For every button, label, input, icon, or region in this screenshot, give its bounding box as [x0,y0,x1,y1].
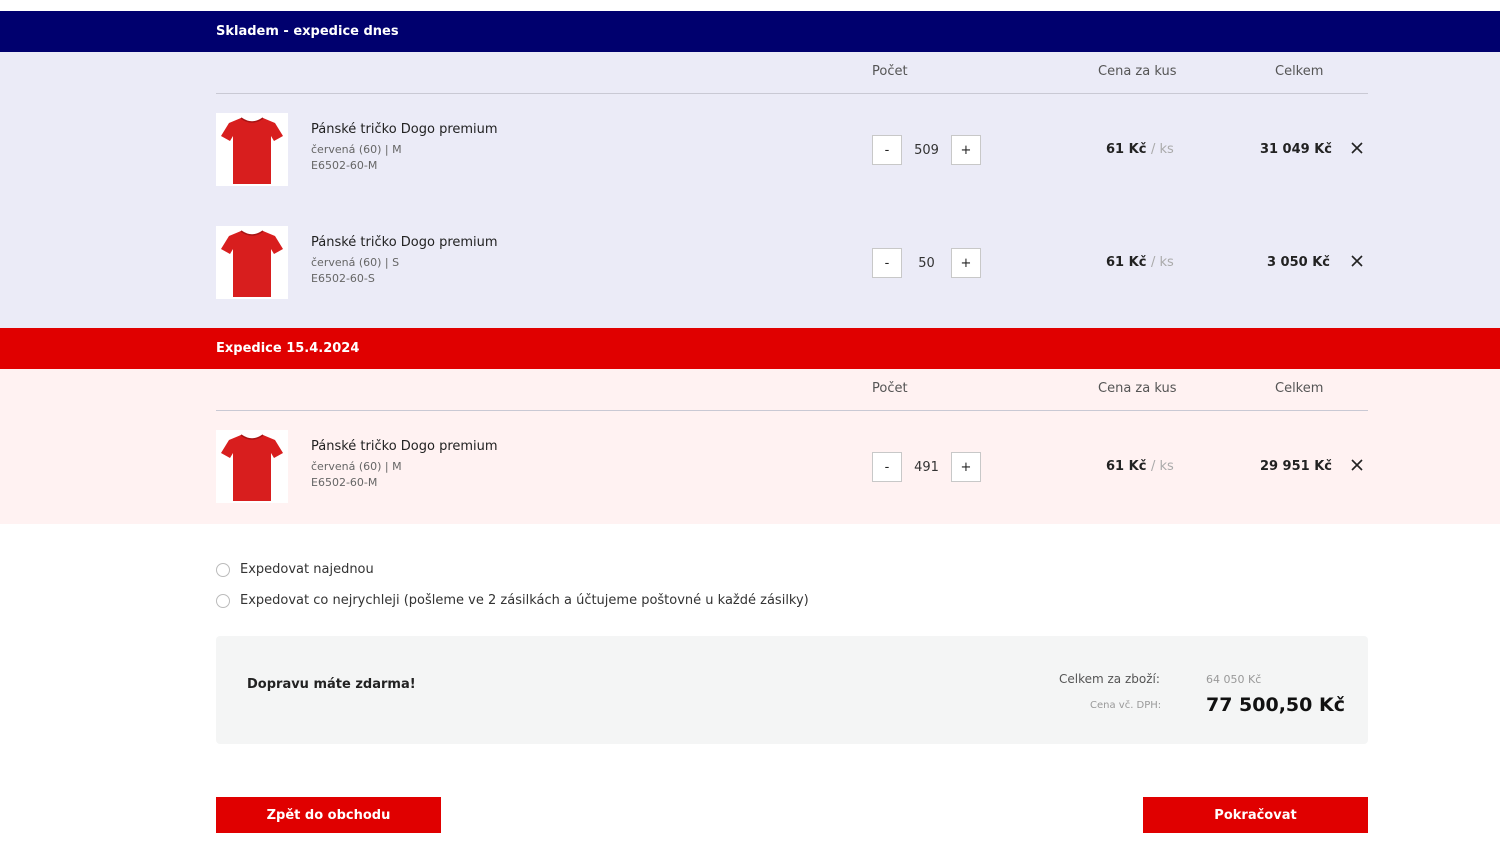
product-name[interactable]: Pánské tričko Dogo premium [311,122,498,137]
goods-total-label: Celkem za zboží: [1059,672,1160,686]
group-title: Expedice 15.4.2024 [216,341,360,356]
red-tshirt-icon [221,229,283,297]
shipping-option-fastest[interactable]: Expedovat co nejrychleji (pošleme ve 2 z… [216,585,1500,616]
unit-label: / ks [1150,459,1174,474]
product-image[interactable] [216,113,288,186]
product-code: E6502-60-M [311,159,378,172]
radio-button[interactable] [216,593,230,608]
increase-button[interactable]: + [951,248,981,278]
col-total-header: Celkem [1275,64,1324,79]
shipping-option-together[interactable]: Expedovat najednou [216,554,1500,585]
quantity-value[interactable]: 509 [902,143,951,158]
back-to-shop-button[interactable]: Zpět do obchodu [216,797,441,833]
col-total-header: Celkem [1275,381,1324,396]
group-body-scheduled: Počet Cena za kus Celkem Pánské tričko D… [0,369,1500,524]
quantity-stepper: - 509 + [872,135,981,165]
quantity-stepper: - 50 + [872,248,981,278]
unit-price-value: 61 Kč [1106,255,1147,270]
remove-button[interactable] [1348,251,1366,271]
cart-row: Pánské tričko Dogo premium červená (60) … [216,411,1368,524]
product-code: E6502-60-M [311,476,378,489]
red-tshirt-icon [221,116,283,184]
remove-button[interactable] [1348,455,1366,475]
quantity-stepper: - 491 + [872,452,981,482]
product-name[interactable]: Pánské tričko Dogo premium [311,439,498,454]
unit-label: / ks [1150,255,1174,270]
shipping-options: Expedovat najednou Expedovat co nejrychl… [0,524,1500,636]
decrease-button[interactable]: - [872,135,902,165]
product-variant: červená (60) | S [311,256,400,269]
col-qty-header: Počet [872,381,908,396]
order-summary: Dopravu máte zdarma! Celkem za zboží: 64… [216,636,1368,744]
col-unit-price-header: Cena za kus [1098,64,1177,79]
shipping-option-label: Expedovat co nejrychleji (pošleme ve 2 z… [240,593,809,608]
quantity-value[interactable]: 50 [902,256,951,271]
close-icon [1351,142,1363,154]
col-unit-price-header: Cena za kus [1098,381,1177,396]
continue-button[interactable]: Pokračovat [1143,797,1368,833]
red-tshirt-icon [221,433,283,501]
unit-price: 61 Kč / ks [1106,142,1174,157]
goods-total-value: 64 050 Kč [1206,673,1262,686]
close-icon [1351,459,1363,471]
product-name[interactable]: Pánské tričko Dogo premium [311,235,498,250]
quantity-value[interactable]: 491 [902,460,951,475]
price-with-vat-value: 77 500,50 Kč [1206,694,1345,716]
close-icon [1351,255,1363,267]
group-header-scheduled: Expedice 15.4.2024 [0,328,1500,369]
product-info: Pánské tričko Dogo premium červená (60) … [311,439,498,491]
radio-button[interactable] [216,562,230,577]
unit-price-value: 61 Kč [1106,459,1147,474]
decrease-button[interactable]: - [872,452,902,482]
product-code: E6502-60-S [311,272,375,285]
group-title: Skladem - expedice dnes [216,24,399,39]
product-variant: červená (60) | M [311,143,402,156]
shipping-option-label: Expedovat najednou [240,562,374,577]
unit-label: / ks [1150,142,1174,157]
column-headers: Počet Cena za kus Celkem [216,369,1368,411]
unit-price: 61 Kč / ks [1106,459,1174,474]
column-headers: Počet Cena za kus Celkem [216,52,1368,94]
unit-price-value: 61 Kč [1106,142,1147,157]
product-info: Pánské tričko Dogo premium červená (60) … [311,122,498,174]
price-with-vat-label: Cena vč. DPH: [1090,700,1162,711]
line-total: 29 951 Kč [1259,459,1332,474]
remove-button[interactable] [1348,138,1366,158]
col-qty-header: Počet [872,64,908,79]
product-info: Pánské tričko Dogo premium červená (60) … [311,235,498,287]
product-image[interactable] [216,226,288,299]
group-body-instock: Počet Cena za kus Celkem Pánské tričko D… [0,52,1500,328]
increase-button[interactable]: + [951,452,981,482]
decrease-button[interactable]: - [872,248,902,278]
line-total: 3 050 Kč [1266,255,1330,270]
product-variant: červená (60) | M [311,460,402,473]
unit-price: 61 Kč / ks [1106,255,1174,270]
line-total: 31 049 Kč [1259,142,1332,157]
increase-button[interactable]: + [951,135,981,165]
cart-actions: Zpět do obchodu Pokračovat [216,744,1368,848]
group-header-instock: Skladem - expedice dnes [0,11,1500,52]
free-shipping-message: Dopravu máte zdarma! [247,677,416,692]
cart-row: Pánské tričko Dogo premium červená (60) … [216,94,1368,207]
cart-row: Pánské tričko Dogo premium červená (60) … [216,207,1368,320]
product-image[interactable] [216,430,288,503]
